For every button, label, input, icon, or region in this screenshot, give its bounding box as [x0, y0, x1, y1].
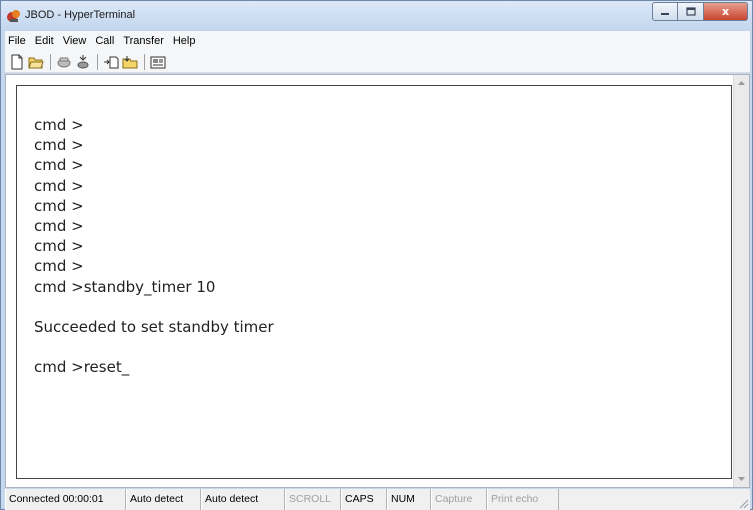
maximize-icon	[685, 7, 696, 16]
new-connection-button[interactable]	[8, 53, 26, 71]
terminal-output[interactable]: cmd > cmd > cmd > cmd > cmd > cmd > cmd > cmd >…	[34, 115, 274, 378]
terminal-line: cmd >	[34, 237, 84, 256]
properties-icon	[150, 56, 166, 68]
call-button[interactable]	[55, 53, 73, 71]
terminal-line: cmd >reset_	[34, 358, 130, 377]
disconnect-icon	[77, 54, 89, 68]
terminal-line: cmd >	[34, 217, 84, 236]
caption-buttons: x	[652, 2, 748, 22]
window-title: JBOD - HyperTerminal	[25, 9, 136, 21]
scroll-down-button[interactable]	[734, 471, 749, 487]
hyperterminal-window: JBOD - HyperTerminal x File Edit View Ca…	[0, 0, 753, 510]
properties-button[interactable]	[149, 53, 167, 71]
scroll-up-icon	[738, 81, 745, 85]
menu-file[interactable]: File	[5, 35, 29, 47]
terminal-line: cmd >	[34, 196, 84, 215]
scroll-up-button[interactable]	[734, 75, 749, 91]
new-icon	[11, 54, 23, 69]
send-icon	[104, 56, 119, 68]
status-bar: Connected 00:00:01 Auto detect Auto dete…	[5, 489, 750, 510]
resize-grip-icon[interactable]	[737, 497, 749, 509]
receive-icon	[122, 55, 138, 68]
minimize-button[interactable]	[652, 2, 678, 21]
toolbar	[5, 51, 750, 73]
disconnect-button[interactable]	[74, 53, 92, 71]
call-icon	[57, 57, 71, 67]
open-button[interactable]	[27, 53, 45, 71]
terminal-screen[interactable]: cmd > cmd > cmd > cmd > cmd > cmd > cmd > cmd >…	[16, 85, 732, 479]
menu-view[interactable]: View	[60, 35, 90, 47]
status-capture: Capture	[431, 489, 487, 510]
hyperterminal-app-icon[interactable]	[6, 8, 22, 24]
terminal-line: cmd >	[34, 156, 84, 175]
receive-button[interactable]	[121, 53, 139, 71]
menu-edit[interactable]: Edit	[32, 35, 57, 47]
terminal-line: cmd >	[34, 257, 84, 276]
terminal-line: Succeeded to set standby timer	[34, 318, 274, 337]
status-baud-detect: Auto detect	[201, 489, 285, 510]
toolbar-separator	[97, 53, 98, 70]
status-connected: Connected 00:00:01	[5, 489, 126, 510]
title-bar[interactable]: JBOD - HyperTerminal x	[1, 1, 752, 31]
terminal-line: cmd >	[34, 116, 84, 134]
status-num: NUM	[387, 489, 431, 510]
status-print-echo: Print echo	[487, 489, 559, 510]
close-icon: x	[721, 5, 730, 18]
menu-call[interactable]: Call	[92, 35, 117, 47]
terminal-line: ​	[34, 337, 274, 357]
status-scroll: SCROLL	[285, 489, 341, 510]
vertical-scrollbar[interactable]	[733, 75, 749, 487]
terminal-line: ​	[34, 297, 274, 317]
status-terminal-detect: Auto detect	[126, 489, 201, 510]
open-icon	[28, 57, 44, 68]
menu-help[interactable]: Help	[170, 35, 199, 47]
status-caps: CAPS	[341, 489, 387, 510]
toolbar-separator	[50, 53, 51, 70]
minimize-icon	[661, 12, 669, 15]
menu-bar: File Edit View Call Transfer Help	[5, 31, 750, 51]
terminal-line: cmd >standby_timer 10	[34, 277, 216, 296]
toolbar-separator	[144, 53, 145, 70]
maximize-button[interactable]	[678, 2, 704, 21]
send-button[interactable]	[102, 53, 120, 71]
terminal-client-area[interactable]: cmd > cmd > cmd > cmd > cmd > cmd > cmd > cmd >…	[5, 74, 750, 488]
terminal-line: cmd >	[34, 136, 84, 155]
terminal-line: cmd >	[34, 176, 84, 195]
scroll-down-icon	[738, 477, 745, 481]
close-button[interactable]: x	[704, 2, 748, 21]
menu-transfer[interactable]: Transfer	[120, 35, 167, 47]
